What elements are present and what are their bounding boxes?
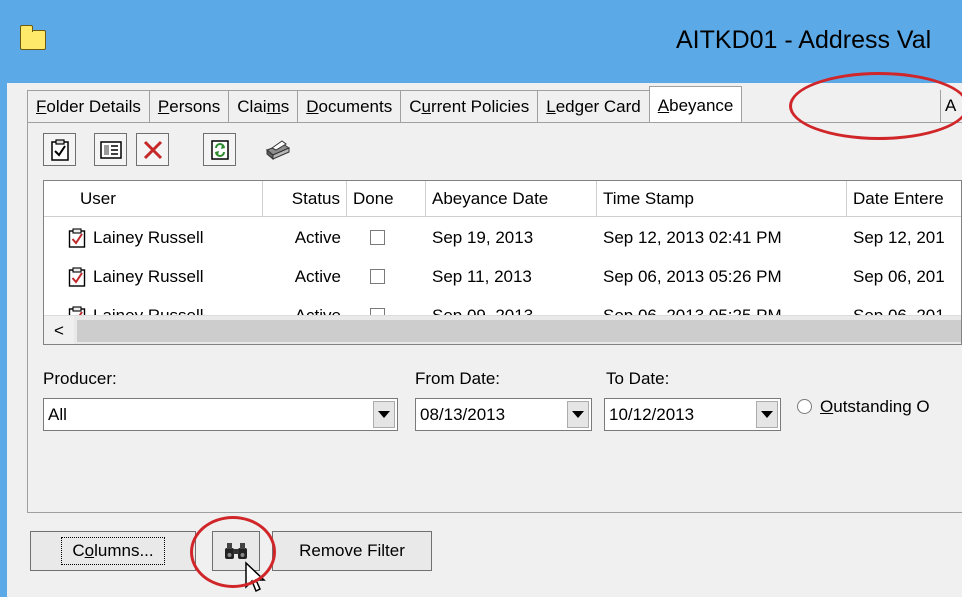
table-row[interactable]: Lainey Russell Active Sep 11, 2013 Sep 0…: [44, 257, 961, 296]
chevron-down-icon: [761, 411, 773, 418]
column-header-user[interactable]: User: [44, 181, 263, 217]
status-cell: Active: [294, 228, 341, 247]
columns-button[interactable]: Columns...: [30, 531, 196, 571]
binoculars-icon: [225, 543, 247, 559]
date-entered-cell: Sep 12, 201: [853, 228, 945, 247]
to-date-picker[interactable]: 10/12/2013: [604, 398, 781, 431]
from-date-label: From Date:: [415, 369, 501, 388]
producer-select[interactable]: All: [43, 398, 398, 431]
tab-persons[interactable]: Persons: [148, 90, 229, 122]
from-date-picker[interactable]: 08/13/2013: [415, 398, 592, 431]
grid-header: User Status Done Abeyance Date Time Stam…: [44, 181, 961, 217]
abeyance-grid[interactable]: User Status Done Abeyance Date Time Stam…: [43, 180, 962, 345]
abeyance-date-cell: Sep 19, 2013: [432, 228, 534, 247]
outstanding-label[interactable]: Outstanding O: [820, 397, 930, 417]
title-bar[interactable]: AITKD01 - Address Val: [0, 0, 962, 83]
done-checkbox[interactable]: [370, 268, 385, 284]
column-header-abeyance-date[interactable]: Abeyance Date: [426, 181, 597, 217]
tab-ledger-card[interactable]: Ledger Card: [537, 90, 649, 122]
folder-icon: [20, 25, 46, 50]
refresh-button[interactable]: [203, 133, 236, 166]
time-stamp-cell: Sep 12, 2013 02:41 PM: [603, 228, 782, 247]
producer-label: Producer:: [43, 369, 117, 388]
refresh-icon: [210, 139, 229, 160]
tab-strip: Folder Details Persons Claims Documents …: [27, 86, 743, 122]
mouse-cursor-icon: [245, 561, 266, 593]
to-date-value: 10/12/2013: [609, 405, 695, 424]
bottom-divider: [27, 512, 962, 513]
status-cell: Active: [294, 267, 341, 286]
scroll-left-button[interactable]: <: [44, 316, 74, 344]
horizontal-scrollbar[interactable]: <: [44, 315, 961, 344]
chevron-down-icon: [378, 411, 390, 418]
print-icon: [265, 139, 290, 160]
column-header-date-entered[interactable]: Date Entere: [847, 181, 961, 217]
delete-icon: [143, 140, 162, 159]
delete-button[interactable]: [136, 133, 169, 166]
user-name: Lainey Russell: [93, 228, 204, 247]
to-date-dropdown-arrow[interactable]: [756, 401, 778, 428]
mark-done-button[interactable]: [43, 133, 76, 166]
tab-claims[interactable]: Claims: [228, 90, 298, 122]
done-checkbox[interactable]: [370, 229, 385, 245]
outstanding-radio[interactable]: [797, 399, 812, 414]
column-header-time-stamp[interactable]: Time Stamp: [597, 181, 847, 217]
column-header-done[interactable]: Done: [347, 181, 426, 217]
tab-folder-details[interactable]: Folder Details: [27, 90, 149, 122]
print-button[interactable]: [260, 133, 293, 166]
producer-dropdown-arrow[interactable]: [373, 401, 395, 428]
task-check-icon: [68, 227, 86, 248]
task-check-icon: [68, 266, 86, 287]
remove-filter-button[interactable]: Remove Filter: [272, 531, 432, 571]
tab-abeyance[interactable]: Abeyance: [648, 86, 743, 122]
scroll-thumb[interactable]: [77, 320, 961, 342]
producer-value: All: [48, 405, 67, 424]
clipboard-check-icon: [50, 138, 69, 161]
tab-overflow[interactable]: A: [940, 90, 962, 122]
to-date-label: To Date:: [606, 369, 670, 388]
chevron-down-icon: [572, 411, 584, 418]
from-date-value: 08/13/2013: [420, 405, 506, 424]
date-entered-cell: Sep 06, 201: [853, 267, 945, 286]
abeyance-date-cell: Sep 11, 2013: [432, 267, 532, 286]
table-row[interactable]: Lainey Russell Active Sep 19, 2013 Sep 1…: [44, 218, 961, 257]
time-stamp-cell: Sep 06, 2013 05:26 PM: [603, 267, 782, 286]
properties-button[interactable]: [94, 133, 127, 166]
column-header-status[interactable]: Status: [263, 181, 347, 217]
tab-documents[interactable]: Documents: [297, 90, 401, 122]
user-name: Lainey Russell: [93, 267, 204, 286]
window-title: AITKD01 - Address Val: [676, 26, 932, 54]
properties-icon: [99, 140, 122, 159]
from-date-dropdown-arrow[interactable]: [567, 401, 589, 428]
tab-current-policies[interactable]: Current Policies: [400, 90, 538, 122]
